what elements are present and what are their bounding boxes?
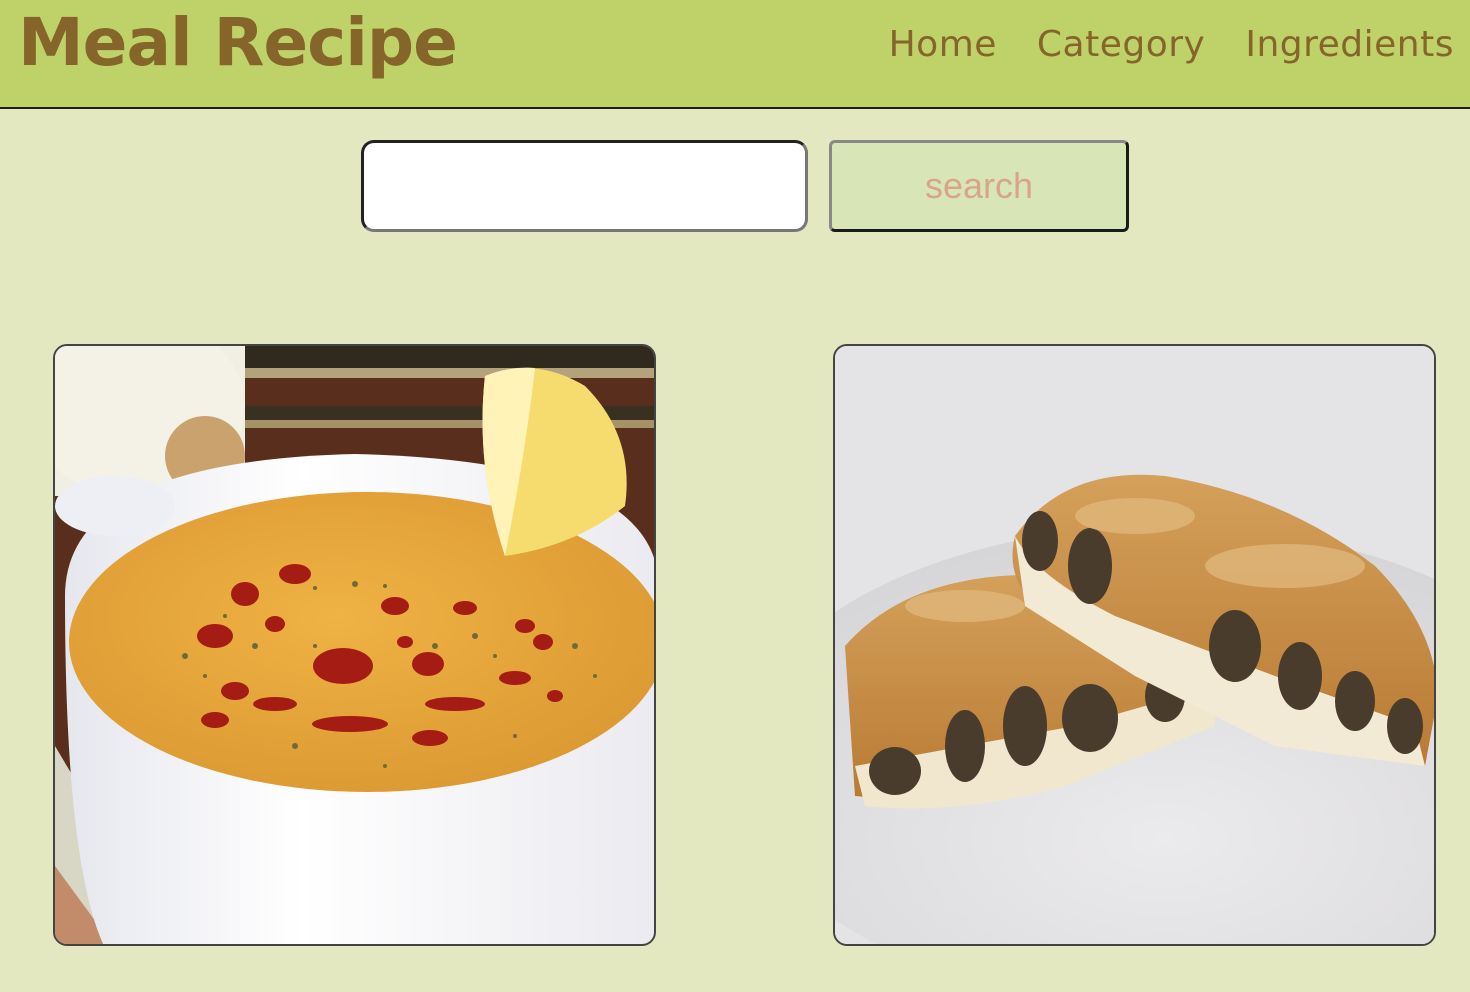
site-title[interactable]: Meal Recipe	[18, 4, 458, 81]
meal-card-lentil-soup[interactable]	[53, 344, 656, 946]
search-button[interactable]: search	[829, 140, 1129, 232]
nav-home-link[interactable]: Home	[889, 24, 997, 65]
nav-ingredients-link[interactable]: Ingredients	[1245, 24, 1454, 65]
lentil-soup-image	[55, 346, 654, 944]
meat-borek-image	[835, 346, 1434, 944]
main-nav: Home Category Ingredients	[889, 24, 1454, 65]
top-header: Meal Recipe Home Category Ingredients	[0, 0, 1470, 109]
nav-category-link[interactable]: Category	[1037, 24, 1205, 65]
meal-card-meat-borek[interactable]	[833, 344, 1436, 946]
search-input[interactable]	[361, 140, 808, 232]
